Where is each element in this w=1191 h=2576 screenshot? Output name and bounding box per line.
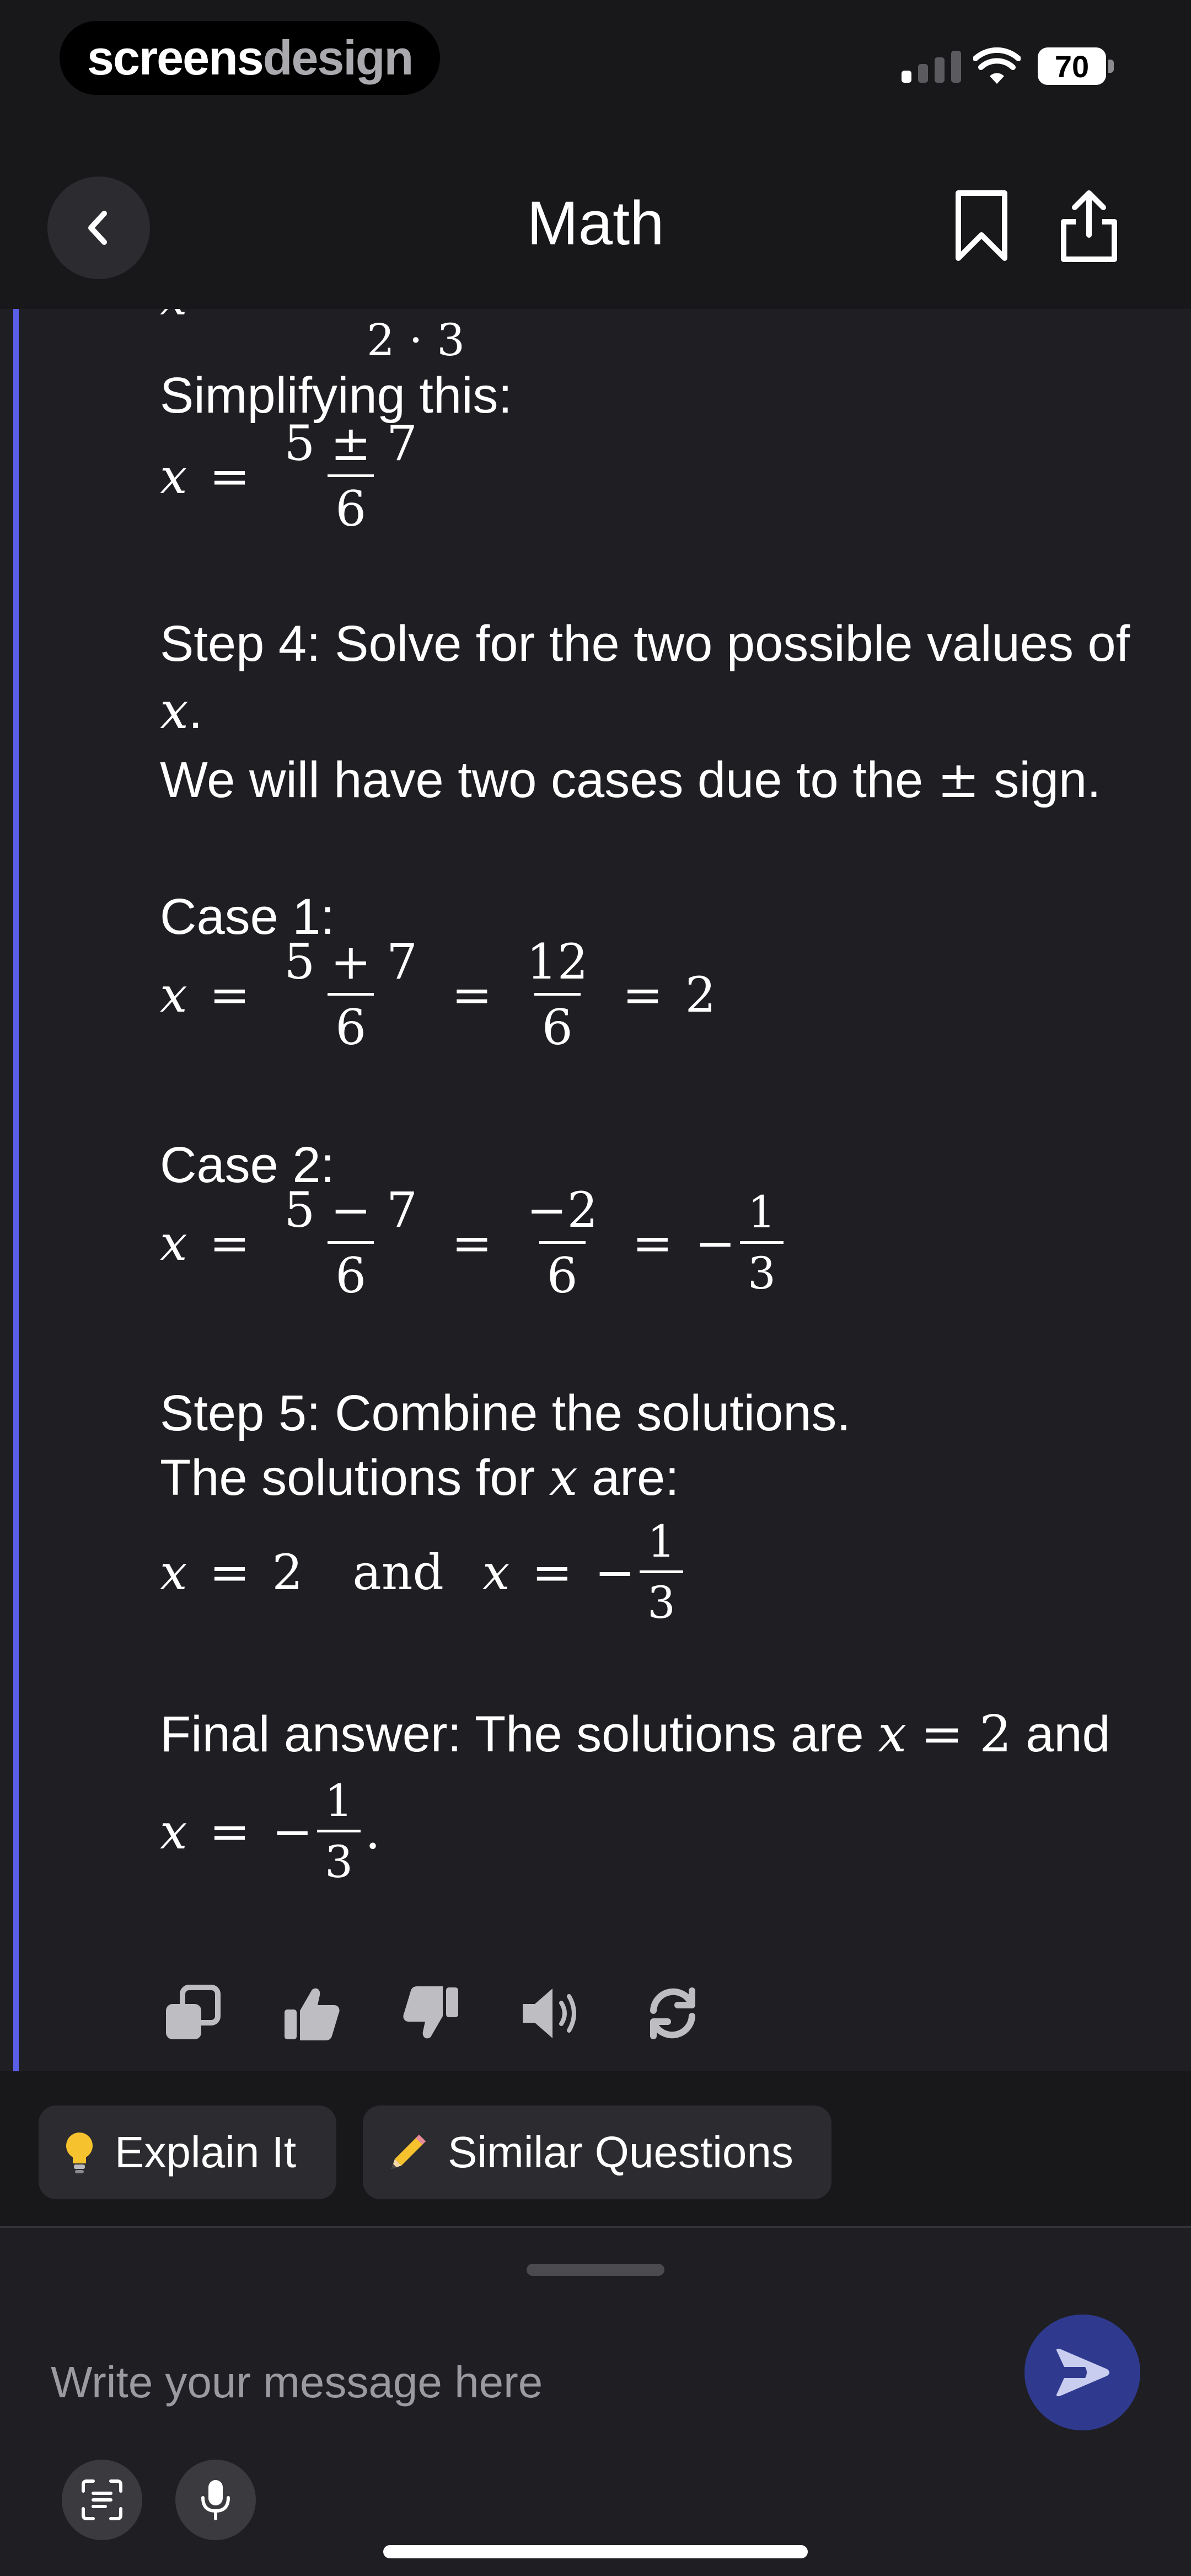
explain-it-label: Explain It — [115, 2128, 297, 2177]
home-indicator — [383, 2545, 808, 2558]
copy-icon — [166, 1985, 221, 2039]
send-button[interactable] — [1024, 2315, 1140, 2430]
similar-questions-button[interactable]: Similar Questions — [363, 2105, 831, 2199]
message-input[interactable] — [51, 2349, 988, 2415]
drag-handle[interactable] — [527, 2264, 664, 2276]
header: Math — [0, 105, 1191, 309]
cellular-signal-icon — [902, 49, 961, 83]
thumbs-up-button[interactable] — [278, 1980, 345, 2046]
case-2-equation: x = 5 − 76 = −2 6 = − 13 — [160, 1186, 788, 1300]
bookmark-icon[interactable] — [948, 188, 1015, 265]
battery-tip — [1108, 60, 1114, 73]
thumbs-down-button[interactable] — [398, 1980, 464, 2046]
composer — [0, 2226, 1191, 2576]
scan-text-icon — [82, 2479, 122, 2520]
send-icon — [1056, 2348, 1109, 2397]
read-aloud-button[interactable] — [518, 1980, 584, 2046]
pencil-icon — [387, 2131, 429, 2173]
two-cases-text: We will have two cases due to the ± sign… — [160, 750, 1101, 809]
regenerate-icon — [650, 1987, 695, 2039]
regenerate-button[interactable] — [640, 1980, 706, 2046]
message-accent-bar — [13, 309, 19, 2071]
speaker-icon — [523, 1989, 576, 2038]
step-4-var-line: x. — [160, 681, 203, 740]
wifi-icon — [973, 47, 1021, 84]
final-answer-equation: x = − 13. — [160, 1775, 380, 1888]
step-5-heading: Step 5: Combine the solutions. — [160, 1385, 851, 1441]
clipped-equation-fragment: x = — [160, 309, 243, 326]
brand-logo: screens design — [60, 21, 441, 95]
scan-text-button[interactable] — [62, 2460, 142, 2540]
assistant-message: x = 2 · 3 Simplifying this: x= 5 ± 76 St… — [0, 309, 1191, 2071]
status-bar: screens design 70 — [0, 0, 1191, 105]
lightbulb-icon — [63, 2130, 96, 2174]
brand-secondary: design — [262, 30, 414, 85]
partial-denominator: 2 · 3 — [367, 314, 465, 366]
battery-level: 70 — [1038, 47, 1106, 85]
similar-questions-label: Similar Questions — [448, 2128, 793, 2177]
thumbs-up-icon — [285, 1988, 340, 2040]
simplified-equation: x = 5 ± 76 — [160, 419, 430, 533]
step-4-heading: Step 4: Solve for the two possible value… — [160, 616, 1130, 672]
microphone-button[interactable] — [175, 2460, 256, 2540]
solutions-text: The solutions for x are: — [160, 1448, 679, 1507]
case-1-equation: x = 5 + 76 = 12 6 = 2 — [160, 933, 716, 1056]
combined-solutions: x = 2 and x = − 13 — [160, 1520, 688, 1625]
explain-it-button[interactable]: Explain It — [39, 2105, 336, 2199]
suggestion-chips: Explain It Similar Questions — [0, 2071, 1191, 2226]
microphone-icon — [201, 2480, 230, 2520]
copy-button[interactable] — [159, 1980, 225, 2046]
fraction: 5 ± 76 — [284, 415, 418, 537]
thumbs-down-icon — [403, 1986, 458, 2039]
share-icon[interactable] — [1056, 188, 1122, 265]
final-answer: Final answer: The solutions are x = 2 an… — [160, 1704, 1110, 1763]
brand-primary: screens — [87, 30, 264, 85]
